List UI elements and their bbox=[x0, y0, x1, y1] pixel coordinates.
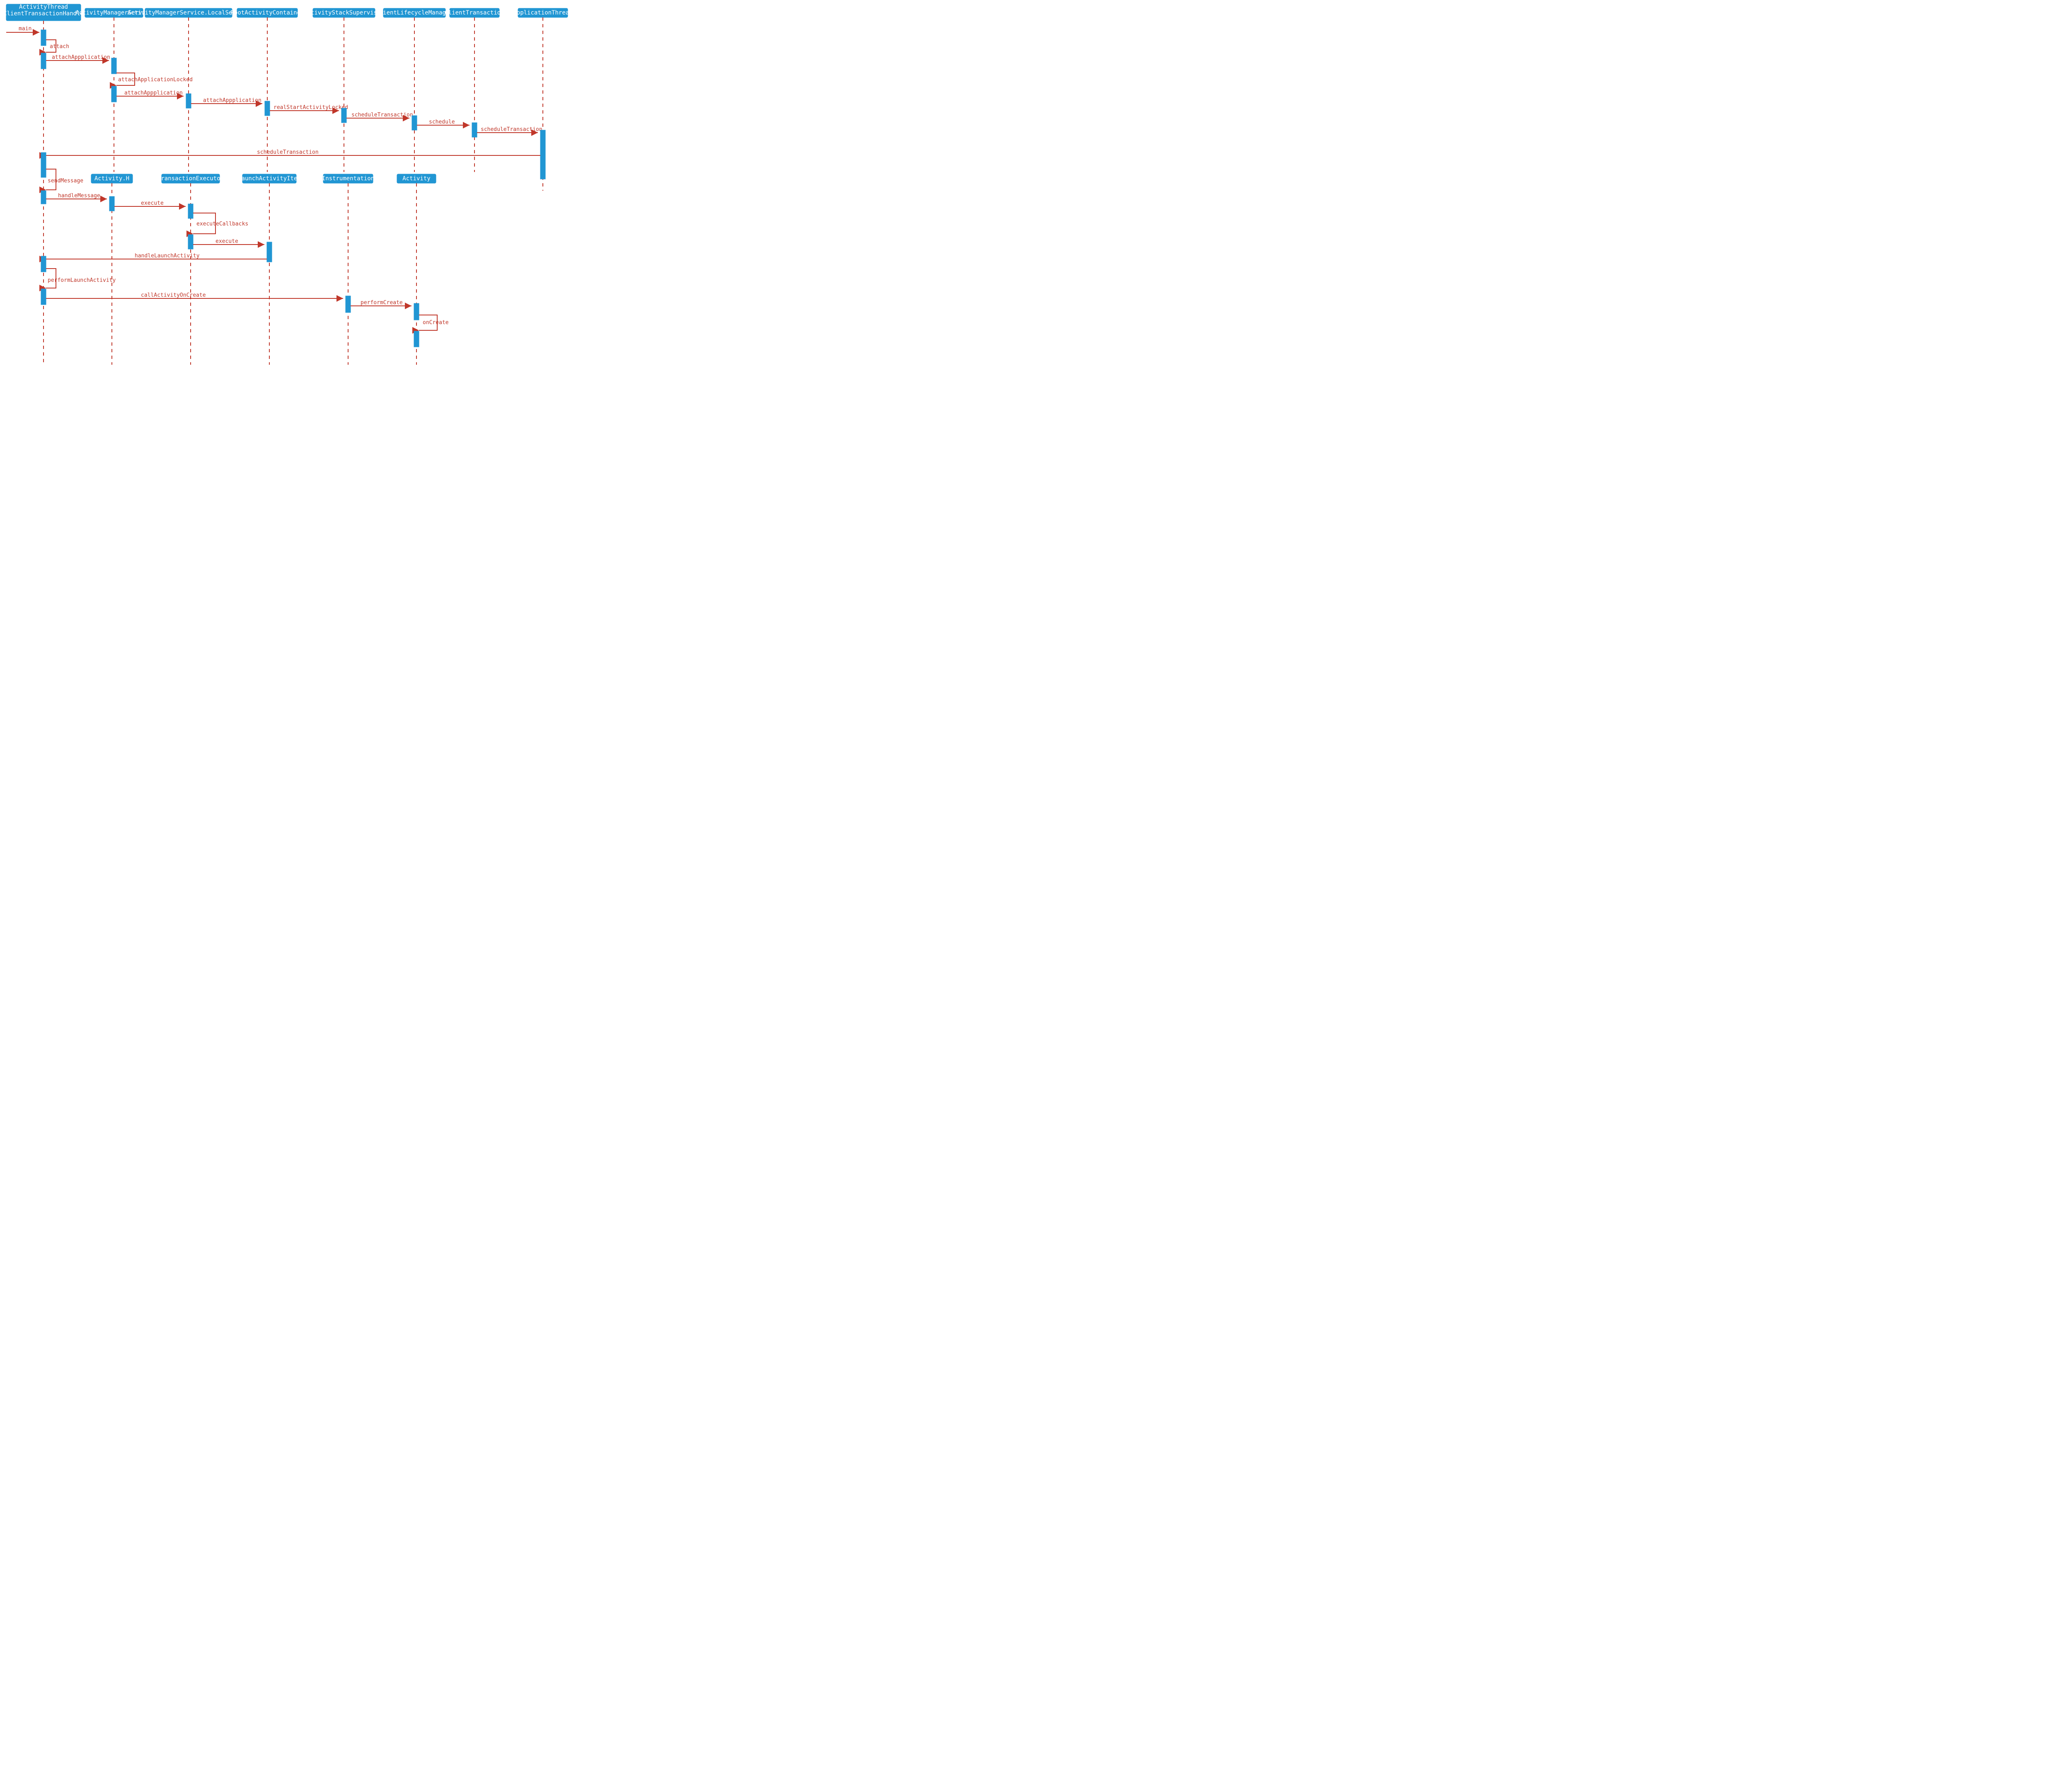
svg-text:scheduleTransaction: scheduleTransaction bbox=[257, 149, 319, 155]
activation bbox=[111, 58, 116, 74]
activation bbox=[540, 130, 545, 179]
svg-text:sendMessage: sendMessage bbox=[48, 178, 83, 184]
activation bbox=[414, 331, 419, 347]
svg-text:ClientTransaction: ClientTransaction bbox=[445, 10, 504, 16]
participant-activitythread: ActivityThread/ClientTransactionHandler bbox=[0, 4, 87, 21]
activation bbox=[186, 94, 191, 108]
activation bbox=[41, 256, 46, 272]
svg-text:performLaunchActivity: performLaunchActivity bbox=[48, 277, 116, 283]
participant-lai: LaunchActivityItem bbox=[238, 174, 301, 183]
svg-text:attachApplicationLocked: attachApplicationLocked bbox=[118, 77, 193, 83]
svg-text:main: main bbox=[19, 26, 31, 32]
svg-text:scheduleTransaction: scheduleTransaction bbox=[481, 126, 542, 133]
activation bbox=[41, 30, 46, 46]
svg-text:handleLaunchActivity: handleLaunchActivity bbox=[135, 253, 200, 259]
svg-text:performCreate: performCreate bbox=[361, 300, 403, 306]
participant-ct: ClientTransaction bbox=[445, 8, 504, 17]
participant-apt: ApplicationThread bbox=[513, 8, 572, 17]
participant-rac: RootActivityContainer bbox=[230, 8, 304, 17]
participant-ass: ActivityStackSupervisor bbox=[304, 8, 384, 17]
svg-text:handleMessage: handleMessage bbox=[58, 193, 100, 199]
activation bbox=[265, 101, 270, 116]
activation bbox=[41, 153, 46, 177]
svg-text:scheduleTransaction: scheduleTransaction bbox=[351, 112, 413, 118]
svg-text:ClientLifecycleManager: ClientLifecycleManager bbox=[376, 10, 453, 16]
activation bbox=[188, 204, 193, 218]
activation bbox=[41, 289, 46, 305]
svg-text:execute: execute bbox=[215, 238, 238, 245]
svg-text:schedule: schedule bbox=[429, 119, 455, 125]
svg-text:ApplicationThread: ApplicationThread bbox=[513, 10, 572, 16]
participant-clm: ClientLifecycleManager bbox=[376, 8, 453, 17]
activation bbox=[472, 123, 477, 137]
activation bbox=[188, 235, 193, 249]
svg-text:Instrumentation: Instrumentation bbox=[322, 175, 374, 182]
svg-text:attachAppplication: attachAppplication bbox=[203, 97, 261, 104]
svg-text:ActivityStackSupervisor: ActivityStackSupervisor bbox=[304, 10, 384, 16]
activation bbox=[346, 296, 351, 313]
svg-text:realStartActivityLocked: realStartActivityLocked bbox=[274, 104, 348, 111]
svg-text:Activity.H: Activity.H bbox=[94, 175, 129, 182]
activation bbox=[414, 303, 419, 320]
activation bbox=[41, 191, 46, 204]
svg-text:Activity: Activity bbox=[402, 175, 430, 182]
participant-activity: Activity bbox=[397, 174, 436, 183]
activation bbox=[412, 116, 417, 130]
activation bbox=[41, 53, 46, 69]
activation bbox=[341, 108, 346, 123]
activation bbox=[109, 196, 114, 211]
svg-text:attach: attach bbox=[50, 44, 69, 50]
svg-text:execute: execute bbox=[141, 200, 164, 206]
participant-activityh: Activity.H bbox=[91, 174, 133, 183]
svg-text:executeCallbacks: executeCallbacks bbox=[196, 221, 248, 227]
participant-te: TransactionExecutor bbox=[157, 174, 224, 183]
svg-text:attachAppplication: attachAppplication bbox=[52, 54, 110, 61]
svg-text:LaunchActivityItem: LaunchActivityItem bbox=[238, 175, 301, 182]
participant-ins: Instrumentation bbox=[322, 174, 374, 183]
svg-text:attachAppplication: attachAppplication bbox=[124, 90, 183, 96]
svg-text:onCreate: onCreate bbox=[423, 320, 449, 326]
svg-text:RootActivityContainer: RootActivityContainer bbox=[230, 10, 304, 16]
activation bbox=[267, 242, 272, 262]
svg-text:callActivityOnCreate: callActivityOnCreate bbox=[141, 292, 206, 298]
activation bbox=[111, 86, 116, 102]
svg-text:TransactionExecutor: TransactionExecutor bbox=[157, 175, 224, 182]
